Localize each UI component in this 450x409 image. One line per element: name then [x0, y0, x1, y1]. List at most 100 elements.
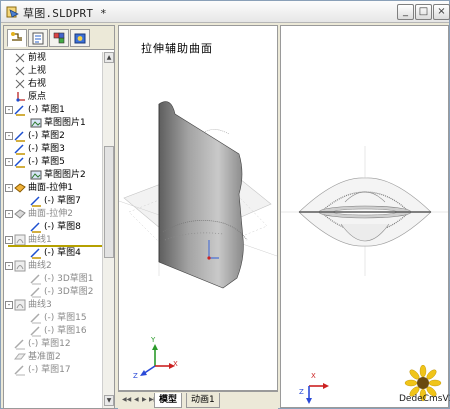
3d-sketch-icon [30, 287, 41, 298]
sketch-icon [14, 157, 25, 168]
scroll-down-icon[interactable]: ▼ [104, 395, 114, 406]
collapse-toggle[interactable]: - [5, 132, 13, 140]
appearance-icon [74, 33, 86, 44]
panel-tabs [4, 26, 114, 50]
tree-item-label: (-) 草图4 [44, 248, 81, 258]
model-tabs: ◀◀ ◀ ▶ ▶▶ 模型 动画1 [118, 391, 278, 409]
rollback-bar[interactable] [8, 245, 102, 247]
part-document-icon [6, 6, 19, 18]
triad-icon [306, 383, 329, 404]
tab-property-manager[interactable] [28, 29, 48, 47]
tree-item-label: (-) 草图1 [28, 105, 65, 115]
tree-item-label: (-) 草图2 [28, 131, 65, 141]
axis-label-x: X [311, 372, 316, 380]
tree-scrollbar[interactable]: ▲ ▼ [102, 52, 114, 408]
collapse-toggle[interactable]: - [5, 106, 13, 114]
sketch-icon [14, 105, 25, 116]
collapse-toggle[interactable]: - [5, 262, 13, 270]
tree-item-label: 曲线2 [28, 261, 52, 271]
sketch-icon [30, 222, 41, 233]
watermark-text: DedeCmsV3 [399, 394, 450, 404]
scrollbar-thumb[interactable] [104, 146, 114, 258]
collapse-toggle[interactable]: - [5, 158, 13, 166]
collapse-toggle[interactable]: - [5, 236, 13, 244]
tree-item-label: 草图图片2 [44, 170, 86, 180]
tree-item-label: (-) 3D草图2 [44, 287, 94, 297]
sketch-icon [30, 326, 41, 337]
tree-item-label: (-) 草图8 [44, 222, 81, 232]
tree-item-label: (-) 草图3 [28, 144, 65, 154]
sketch-icon [30, 313, 41, 324]
curve-icon [14, 260, 26, 272]
feature-tree-icon [11, 32, 22, 41]
title-bar[interactable]: 草图.SLDPRT * _ □ × [1, 1, 450, 23]
tab-prev-icon[interactable]: ◀ [134, 396, 139, 403]
curve-icon [14, 299, 26, 311]
feature-manager-panel: 前视 上视 右视 原点 - (-) 草图1 草图图片1 - (-) 草图2 (-… [3, 25, 115, 409]
feature-tree: 前视 上视 右视 原点 - (-) 草图1 草图图片1 - (-) 草图2 (-… [4, 52, 102, 408]
minimize-icon: _ [403, 6, 408, 17]
tab-first-icon[interactable]: ◀◀ [122, 396, 131, 403]
tree-item-label: 曲面-拉伸1 [28, 182, 73, 194]
tree-item-label: (-) 草图17 [28, 365, 71, 375]
sketch-icon [30, 196, 41, 207]
sketch-icon [14, 144, 25, 155]
collapse-toggle[interactable]: - [5, 210, 13, 218]
maximize-button[interactable]: □ [415, 4, 432, 20]
close-icon: × [437, 6, 446, 17]
tree-item-label: 曲面-拉伸2 [28, 209, 73, 219]
3d-sketch-icon [30, 274, 41, 285]
axis-label-y: Y [151, 336, 156, 344]
property-manager-icon [32, 32, 44, 45]
plane-icon [15, 53, 25, 63]
configuration-icon [53, 32, 65, 44]
origin-icon [16, 92, 25, 102]
tab-label: 模型 [159, 395, 178, 405]
tree-item-label: 原点 [28, 92, 47, 102]
tree-item-label: 前视 [28, 53, 47, 63]
app-window: 草图.SLDPRT * _ □ × 前视 上视 右视 原点 - (-) 草图1 … [0, 0, 450, 409]
close-button[interactable]: × [433, 4, 450, 20]
tree-item-label: 草图图片1 [44, 118, 86, 128]
graphics-view-right[interactable]: X Z [280, 25, 449, 408]
tree-item-label: (-) 草图15 [44, 313, 87, 323]
tab-configuration-manager[interactable] [49, 29, 69, 47]
triad-icon [140, 344, 175, 376]
axis-label-z: Z [299, 388, 304, 396]
picture-icon [30, 170, 42, 180]
collapse-toggle[interactable]: - [5, 301, 13, 309]
sketch-icon [30, 248, 41, 259]
tab-feature-manager[interactable] [7, 29, 27, 47]
tab-next-icon[interactable]: ▶ [142, 396, 147, 403]
graphics-view-left[interactable]: 拉伸辅助曲面 Y X Z [118, 25, 278, 391]
tree-item-label: 上视 [28, 66, 47, 76]
tree-item-label: (-) 3D草图1 [44, 274, 94, 284]
tab-dimxpert[interactable] [70, 29, 90, 47]
plane-icon [14, 353, 26, 360]
tree-item-label: (-) 草图5 [28, 157, 65, 167]
sketch-icon [14, 339, 25, 350]
surface-extrude-icon [14, 183, 26, 193]
tree-item-label: 右视 [28, 79, 47, 89]
window-title: 草图.SLDPRT * [23, 7, 107, 20]
plane-icon [15, 66, 25, 76]
tree-item-label: 曲线3 [28, 300, 52, 310]
sketch-icon [14, 365, 25, 376]
plane-icon [15, 79, 25, 89]
tab-model[interactable]: 模型 [154, 393, 183, 408]
tree-item-label: 基准面2 [28, 352, 61, 362]
scroll-up-icon[interactable]: ▲ [104, 52, 114, 63]
surface-extrude-icon [14, 209, 26, 219]
collapse-toggle[interactable]: - [5, 184, 13, 192]
tree-item-label: (-) 草图12 [28, 339, 71, 349]
picture-icon [30, 118, 42, 128]
tree-item-label: (-) 草图16 [44, 326, 87, 336]
top-view-model[interactable] [281, 26, 448, 407]
minimize-button[interactable]: _ [397, 4, 414, 20]
extruded-surface-model[interactable] [119, 26, 277, 390]
tab-label: 动画1 [191, 395, 215, 405]
tab-animation1[interactable]: 动画1 [186, 393, 220, 408]
axis-label-x: X [173, 360, 178, 368]
axis-label-z: Z [133, 372, 138, 380]
sketch-icon [14, 131, 25, 142]
